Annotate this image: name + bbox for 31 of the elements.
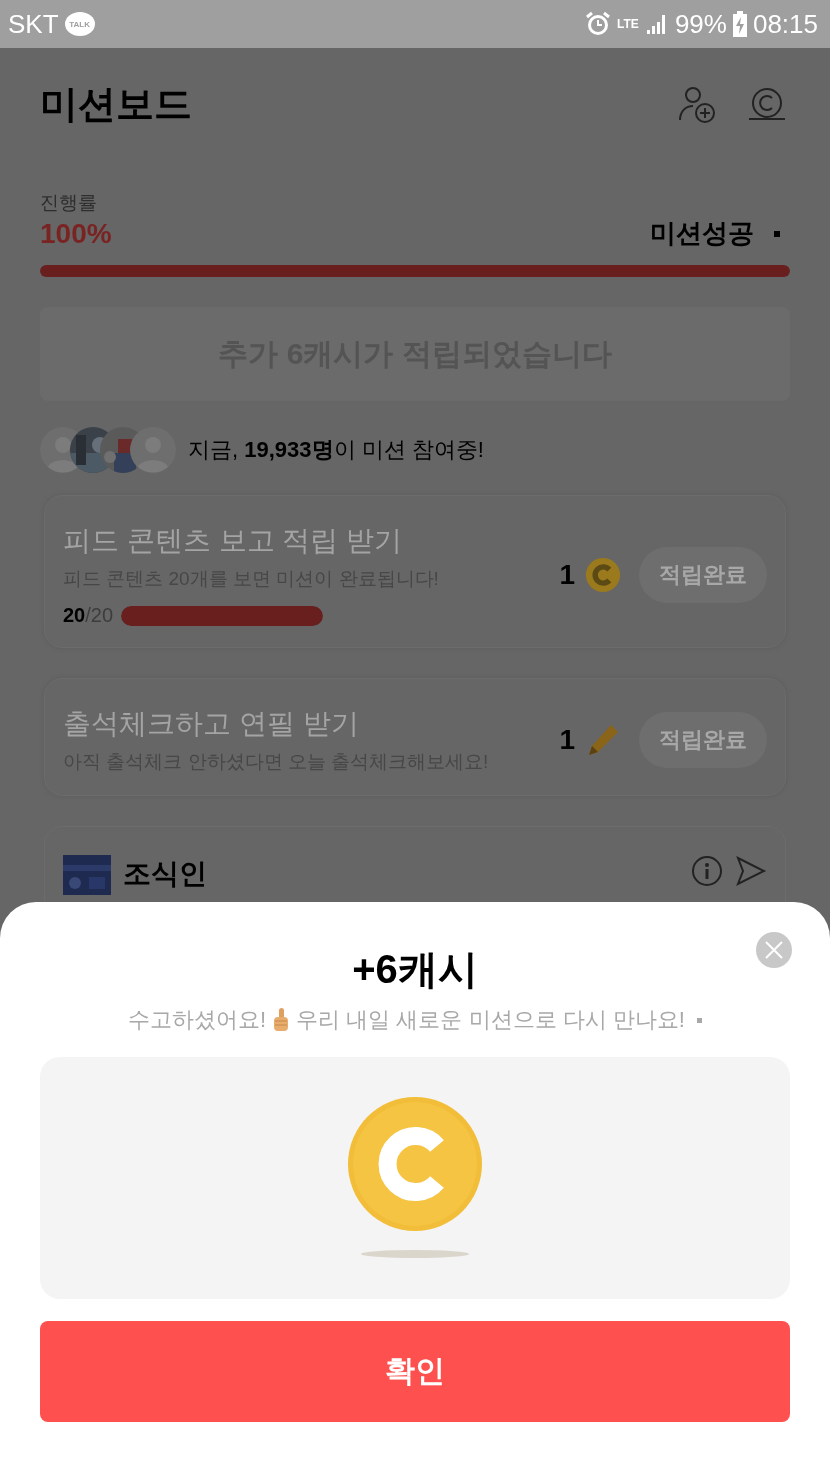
progress-label: 진행률	[40, 191, 98, 215]
clock-text: 08:15	[752, 8, 818, 40]
page-title: 미션보드	[40, 81, 193, 127]
reward-amount: 1	[559, 724, 575, 756]
close-icon	[764, 940, 784, 960]
message-text: 우리 내일 새로운 미션으로 다시 만나요!	[296, 1006, 685, 1034]
participants-text: 지금, 19,933명이 미션 참여중!	[188, 436, 484, 464]
network-text: LTE	[617, 18, 639, 30]
claimed-button[interactable]: 적립완료	[639, 546, 767, 603]
battery-text: 99%	[674, 8, 727, 40]
send-icon[interactable]	[735, 855, 767, 887]
mission-title: 출석체크하고 연필 받기	[63, 707, 360, 741]
add-user-icon[interactable]	[678, 84, 716, 124]
alarm-icon	[585, 11, 612, 37]
mission-status: 미션성공	[650, 217, 754, 250]
confirm-button[interactable]: 확인	[40, 1321, 790, 1422]
message-text: 수고하셨어요!	[128, 1006, 267, 1034]
carrier-text: SKT	[8, 8, 59, 40]
mission-title: 피드 콘텐츠 보고 적립 받기	[63, 524, 404, 558]
coin-icon	[585, 556, 621, 593]
mission-title: 조식인	[123, 857, 208, 891]
close-button[interactable]	[756, 932, 792, 968]
info-icon[interactable]	[691, 855, 723, 887]
progress-value: 100%	[40, 217, 112, 250]
avatar-icon	[130, 427, 176, 473]
reward-title: +6캐시	[352, 946, 478, 993]
reward-amount: 1	[559, 558, 575, 591]
coin-icon[interactable]	[748, 87, 786, 121]
claimed-button[interactable]: 적립완료	[639, 712, 767, 768]
talk-badge: TALK	[64, 12, 95, 36]
battery-charging-icon	[732, 11, 747, 37]
